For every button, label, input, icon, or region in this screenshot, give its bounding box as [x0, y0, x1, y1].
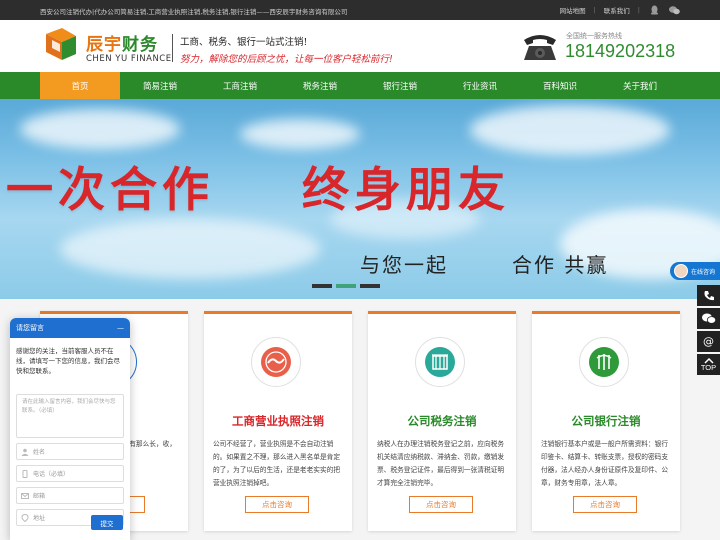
banner-headline-part2: 终身朋友: [302, 163, 510, 218]
telephone-icon: [520, 32, 560, 64]
tax-icon: [415, 337, 465, 387]
consult-button[interactable]: 点击咨询: [409, 496, 473, 513]
site-tagline: 西安公司注销代办|代办公司简易注销,工商营业执照注销,税务注销,银行注销——西安…: [40, 8, 348, 16]
cloud: [60, 219, 320, 279]
message-textarea[interactable]: 请在此输入留言内容，我们会尽快与您联系。（必填）: [16, 394, 124, 438]
consult-button[interactable]: 点击咨询: [573, 496, 637, 513]
service-card-title: 工商营业执照注销: [232, 414, 324, 428]
contact-link[interactable]: 联系我们: [604, 5, 630, 15]
consult-button[interactable]: 点击咨询: [245, 496, 309, 513]
banner-subline-part1: 与您一起: [360, 253, 448, 277]
slider-dot[interactable]: [312, 284, 332, 288]
nav-item-home[interactable]: 首页: [40, 72, 120, 99]
slider-dots: [312, 284, 380, 288]
nav-item-tax-cancel[interactable]: 税务注销: [280, 72, 360, 99]
qq-icon[interactable]: [648, 4, 660, 16]
wechat-icon[interactable]: [668, 4, 680, 16]
banner-subline-part2: 合作 共赢: [512, 253, 609, 277]
back-to-top-label: TOP: [700, 363, 717, 372]
message-widget-intro: 感谢您的关注，当前客服人员不在线，请填写一下您的信息，我们会尽快和您联系。: [16, 347, 120, 375]
service-card: 公司银行注销 注销银行基本户或是一般户所需资料：银行印鉴卡、结算卡、转账支票，授…: [532, 311, 680, 531]
brand-name-cn: 辰宇财务: [86, 30, 158, 55]
message-widget-header: 请您留言 —: [10, 318, 130, 338]
separator: |: [593, 6, 596, 14]
minimize-icon[interactable]: —: [117, 324, 124, 332]
separator: |: [637, 6, 640, 14]
cloud: [240, 119, 360, 149]
cloud: [20, 109, 180, 149]
nav-item-industry-news[interactable]: 行业资讯: [440, 72, 520, 99]
nav-item-about[interactable]: 关于我们: [600, 72, 680, 99]
sitemap-link[interactable]: 网站地图: [560, 5, 586, 15]
email-field-placeholder: 邮箱: [33, 493, 46, 500]
cloud: [470, 105, 670, 155]
main-nav: 首页 简易注销 工商注销 税务注销 银行注销 行业资讯 百科知识 关于我们: [0, 72, 720, 99]
name-field[interactable]: 姓名: [16, 443, 124, 460]
online-chat-label: 在线咨询: [691, 268, 716, 276]
phone-field[interactable]: 电话（必填）: [16, 465, 124, 482]
agent-avatar: [674, 264, 688, 278]
name-field-placeholder: 姓名: [33, 449, 46, 456]
bank-icon: [579, 337, 629, 387]
brand-name-en: CHEN YU FINANCE: [86, 54, 172, 64]
nav-item-bank-cancel[interactable]: 银行注销: [360, 72, 440, 99]
site-header: 辰宇财务 CHEN YU FINANCE 工商、税务、银行一站式注销! 努力，解…: [0, 20, 720, 72]
message-widget-title: 请您留言: [16, 324, 44, 332]
location-icon: [21, 513, 29, 522]
top-bar: 西安公司注销代办|代办公司简易注销,工商营业执照注销,税务注销,银行注销——西安…: [0, 0, 720, 20]
nav-item-encyclopedia[interactable]: 百科知识: [520, 72, 600, 99]
at-sign: @: [703, 335, 714, 348]
phone-icon: [21, 469, 29, 478]
submit-button[interactable]: 提交: [91, 515, 123, 530]
service-card: 工商营业执照注销 公司不经营了，营业执照是不会自动注销的。如果置之不理，那么进入…: [204, 311, 352, 531]
message-widget: 请您留言 — 感谢您的关注，当前客服人员不在线，请填写一下您的信息，我们会尽快和…: [10, 318, 130, 540]
brand-name-part2: 财务: [122, 35, 158, 55]
service-card-desc: 注销银行基本户或是一般户所需资料：银行印鉴卡、结算卡、转账支票，授权的密码支付器…: [541, 440, 669, 487]
wechat-icon[interactable]: [697, 308, 720, 329]
slogan-line-1: 工商、税务、银行一站式注销!: [180, 37, 308, 48]
email-icon: [21, 492, 29, 500]
back-to-top-button[interactable]: TOP: [697, 354, 720, 375]
top-links: 网站地图 | 联系我们 |: [560, 4, 680, 16]
email-icon[interactable]: @: [697, 331, 720, 352]
service-card: 公司税务注销 纳税人在办理注销税务登记之前，应向税务机关结清应纳税款、滞纳金、罚…: [368, 311, 516, 531]
hero-banner[interactable]: 一次合作 终身朋友 与您一起 合作 共赢: [0, 99, 720, 299]
address-field-placeholder: 地址: [33, 515, 46, 522]
license-icon: [251, 337, 301, 387]
header-divider: [172, 34, 173, 62]
online-chat-button[interactable]: 在线咨询: [670, 262, 720, 280]
service-card-desc: 纳税人在办理注销税务登记之前，应向税务机关结清应纳税款、滞纳金、罚款，缴销发票、…: [377, 440, 505, 487]
logo-mark[interactable]: [42, 26, 80, 64]
hotline-label: 全国统一服务热线: [566, 32, 622, 40]
email-field[interactable]: 邮箱: [16, 487, 124, 504]
brand-name-part1: 辰宇: [86, 35, 122, 55]
phone-icon[interactable]: [697, 285, 720, 306]
slider-dot[interactable]: [360, 284, 380, 288]
user-icon: [21, 448, 29, 456]
service-card-desc: 公司不经营了，营业执照是不会自动注销的。如果置之不理，那么进入黑名单是肯定的了，…: [213, 440, 341, 487]
service-card-title: 公司税务注销: [407, 414, 477, 428]
hotline-number: 18149202318: [565, 41, 676, 61]
service-card-title: 公司银行注销: [571, 414, 641, 428]
nav-item-business-cancel[interactable]: 工商注销: [200, 72, 280, 99]
nav-item-simple-cancel[interactable]: 简易注销: [120, 72, 200, 99]
slogan-line-2: 努力，解除您的后顾之忧，让每一位客户轻松前行!: [180, 54, 393, 65]
slider-dot-active[interactable]: [336, 284, 356, 288]
banner-headline-part1: 一次合作: [6, 163, 214, 218]
phone-field-placeholder: 电话（必填）: [33, 471, 70, 478]
